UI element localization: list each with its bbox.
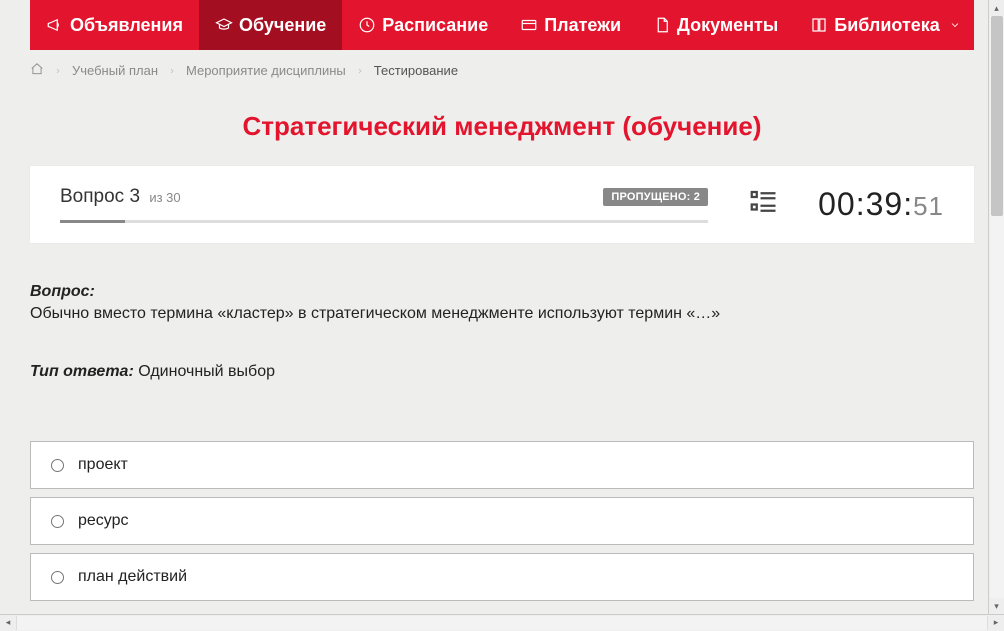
nav-label: Объявления [70, 15, 183, 36]
answer-option-label: проект [78, 456, 128, 474]
progress-bar [60, 220, 708, 223]
answer-option[interactable]: план действий [30, 553, 974, 601]
vertical-scrollbar[interactable]: ▴ ▾ [988, 0, 1004, 614]
scroll-down-arrow[interactable]: ▾ [989, 598, 1004, 614]
answer-option-label: ресурс [78, 512, 129, 530]
chevron-right-icon [54, 63, 62, 78]
clock-icon [358, 16, 376, 34]
nav-label: Документы [677, 15, 778, 36]
nav-library[interactable]: Библиотека [794, 0, 980, 50]
card-icon [520, 16, 538, 34]
scroll-track[interactable] [990, 16, 1004, 598]
grad-cap-icon [215, 16, 233, 34]
breadcrumb-item[interactable]: Мероприятие дисциплины [186, 63, 346, 78]
answer-option[interactable]: ресурс [30, 497, 974, 545]
chevron-right-icon [356, 63, 364, 78]
scroll-thumb[interactable] [991, 16, 1003, 216]
breadcrumb: Учебный план Мероприятие дисциплины Тест… [0, 50, 1004, 91]
nav-documents[interactable]: Документы [637, 0, 794, 50]
nav-label: Обучение [239, 15, 326, 36]
main-nav: Объявления Обучение Расписание Платежи Д… [30, 0, 974, 50]
nav-learning[interactable]: Обучение [199, 0, 342, 50]
answer-option[interactable]: проект [30, 441, 974, 489]
question-total: 30 [166, 190, 180, 205]
scroll-up-arrow[interactable]: ▴ [989, 0, 1004, 16]
answer-radio[interactable] [51, 571, 64, 584]
answer-option-label: план действий [78, 568, 187, 586]
question-label: Вопрос: [30, 283, 95, 300]
progress-fill [60, 220, 125, 223]
question-current: 3 [129, 186, 140, 207]
scroll-right-arrow[interactable]: ▸ [988, 615, 1004, 631]
breadcrumb-item[interactable]: Учебный план [72, 63, 158, 78]
scroll-left-arrow[interactable]: ◂ [0, 615, 16, 631]
question-word: Вопрос [60, 186, 124, 207]
nav-schedule[interactable]: Расписание [342, 0, 504, 50]
nav-label: Платежи [544, 15, 621, 36]
doc-icon [653, 16, 671, 34]
timer-main: 00:39: [818, 186, 913, 222]
answer-options: проект ресурс план действий [0, 441, 1004, 614]
question-text: Обычно вместо термина «кластер» в страте… [30, 305, 974, 323]
home-icon[interactable] [30, 62, 44, 79]
answer-type-label: Тип ответа: [30, 363, 134, 380]
scroll-track[interactable] [16, 616, 988, 630]
chevron-down-icon [946, 16, 964, 34]
page-title: Стратегический менеджмент (обучение) [0, 91, 1004, 166]
answer-radio[interactable] [51, 515, 64, 528]
nav-announcements[interactable]: Объявления [30, 0, 199, 50]
timer-seconds: 51 [913, 191, 944, 221]
timer: 00:39:51 [818, 186, 944, 223]
answer-radio[interactable] [51, 459, 64, 472]
answer-type-value: Одиночный выбор [138, 363, 275, 380]
nav-label: Библиотека [834, 15, 940, 36]
horizontal-scrollbar[interactable]: ◂ ▸ [0, 614, 1004, 630]
book-icon [810, 16, 828, 34]
question-counter: Вопрос 3 из 30 [60, 186, 181, 208]
nav-label: Расписание [382, 15, 488, 36]
question-status-card: Вопрос 3 из 30 ПРОПУЩЕНО: 2 [30, 166, 974, 243]
of-word: из [149, 190, 162, 205]
nav-payments[interactable]: Платежи [504, 0, 637, 50]
chevron-right-icon [168, 63, 176, 78]
megaphone-icon [46, 16, 64, 34]
breadcrumb-item-current: Тестирование [374, 63, 458, 78]
skipped-badge: ПРОПУЩЕНО: 2 [603, 188, 708, 206]
question-list-icon[interactable] [748, 187, 778, 222]
